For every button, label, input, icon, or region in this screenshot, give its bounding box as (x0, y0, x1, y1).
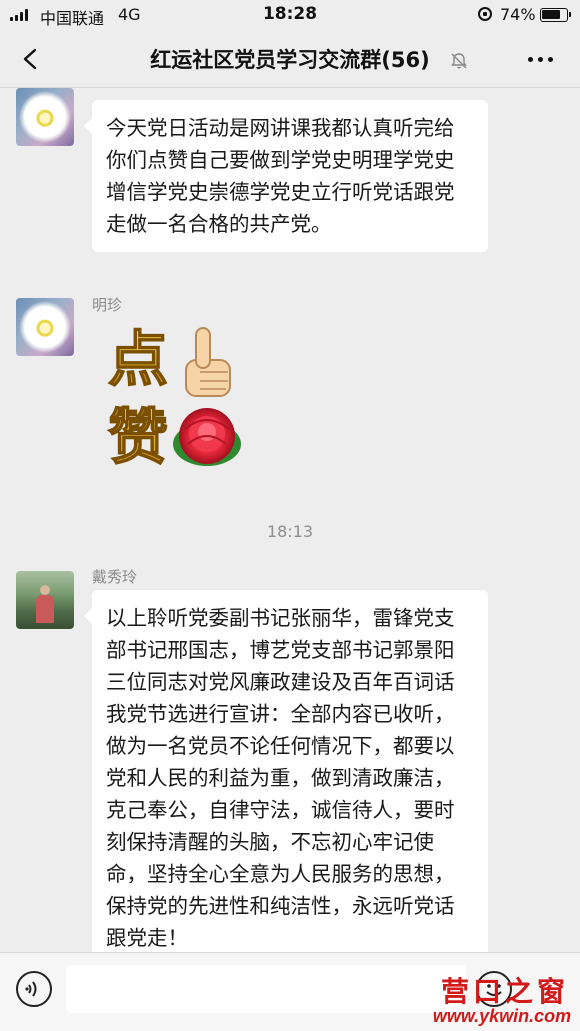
battery-icon (540, 8, 571, 22)
watermark-url: www.ykwin.com (432, 1006, 572, 1026)
message-bubble[interactable]: 以上聆听党委副书记张丽华，雷锋党支部书记邢国志，博艺党支部书记郭景阳三位同志对党… (84, 590, 488, 952)
group-title: 红运社区党员学习交流群(56) (150, 48, 430, 72)
sticker-char-1: 点 (108, 325, 168, 395)
thumbs-up-icon (185, 327, 231, 397)
voice-icon (25, 981, 37, 997)
battery-percent: 74% (500, 5, 536, 24)
message-input[interactable] (66, 965, 466, 1013)
message-timestamp: 18:13 (266, 522, 314, 541)
chat-header: 红运社区党员学习交流群(56) (0, 30, 580, 88)
avatar[interactable] (16, 88, 74, 146)
message-bubble[interactable]: 今天党日活动是网讲课我都认真听完给你们点赞自己要做到学党史明理学党史增信学党史崇… (84, 100, 488, 252)
chat-area[interactable]: 今天党日活动是网讲课我都认真听完给你们点赞自己要做到学党史明理学党史增信学党史崇… (0, 88, 580, 952)
voice-input-button[interactable] (16, 971, 52, 1007)
sender-name: 戴秀玲 (92, 568, 138, 586)
sticker-char-2: 赞 (108, 403, 168, 473)
site-watermark: 营口之窗 www.ykwin.com (427, 970, 577, 1028)
peony-flower-icon (173, 408, 241, 466)
message-text: 今天党日活动是网讲课我都认真听完给你们点赞自己要做到学党史明理学党史增信学党史崇… (106, 116, 455, 236)
thumbs-up-sticker[interactable]: 点 赞 (104, 318, 254, 478)
more-options-icon[interactable] (528, 57, 553, 62)
mute-bell-icon (451, 53, 467, 69)
status-bar: 中国联通 4G 18:28 74% (0, 0, 580, 30)
message-text: 以上聆听党委副书记张丽华，雷锋党支部书记邢国志，博艺党支部书记郭景阳三位同志对党… (106, 606, 455, 950)
orientation-lock-icon (478, 7, 492, 21)
avatar[interactable] (16, 298, 74, 356)
sender-name: 明珍 (92, 296, 123, 314)
watermark-title: 营口之窗 (441, 975, 570, 1008)
status-time: 18:28 (262, 4, 318, 24)
avatar[interactable] (16, 571, 74, 629)
